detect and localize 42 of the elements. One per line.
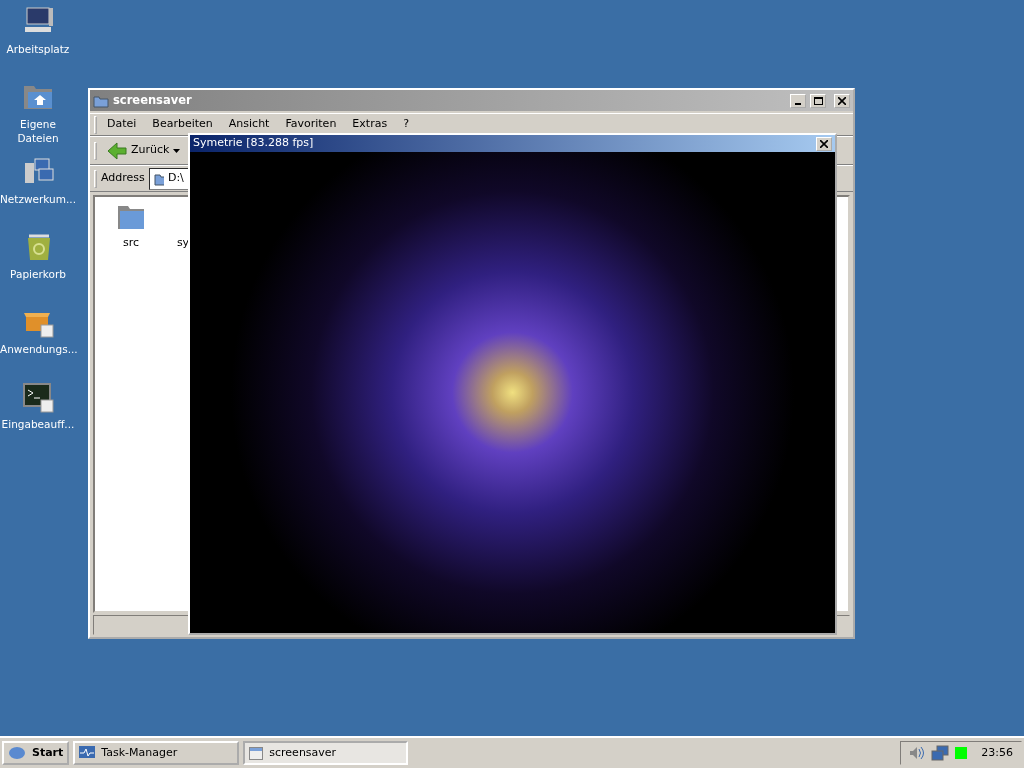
caret-icon (173, 148, 181, 153)
maximize-button[interactable] (810, 93, 826, 108)
window-title: screensaver (113, 91, 193, 109)
close-button[interactable] (834, 93, 850, 108)
start-logo-icon (8, 746, 26, 760)
desktop-icon-label[interactable]: Papierkorb (0, 267, 76, 281)
desktop-icon-label[interactable]: Eigene Dateien (0, 117, 76, 145)
minimize-button[interactable] (790, 93, 806, 108)
menu-item[interactable]: Ansicht (222, 116, 276, 133)
clock: 23:56 (981, 744, 1013, 761)
menu-item[interactable]: Datei (101, 116, 143, 133)
network-icon[interactable] (931, 745, 950, 761)
taskbar-button[interactable]: screensaver (243, 741, 409, 765)
maximize-icon (813, 96, 823, 105)
desktop-icon-label[interactable]: Arbeitsplatz (0, 42, 76, 56)
address-label: Address (101, 170, 145, 187)
menu-item[interactable]: Bearbeiten (146, 116, 219, 133)
speaker-icon[interactable] (909, 745, 926, 761)
file-label[interactable]: sy (176, 235, 190, 252)
desktop-icon-label[interactable]: Netzwerkum... (0, 192, 76, 206)
folder-icon (93, 93, 109, 108)
menu-item[interactable]: Favoriten (279, 116, 343, 133)
menu-item[interactable]: Extras (346, 116, 394, 133)
taskbar-button[interactable]: Task-Manager (73, 741, 240, 765)
desktop-icon-label[interactable]: Eingabeauff... (0, 417, 76, 431)
back-arrow-icon (107, 141, 127, 160)
address-field[interactable]: D:\ (148, 167, 189, 190)
close-icon (820, 139, 828, 148)
folder-icon[interactable] (116, 203, 146, 231)
desktop-icon-label[interactable]: Anwendungs... (0, 342, 76, 356)
start-button[interactable]: Start (2, 741, 70, 765)
window-icon (249, 746, 264, 760)
window-title: Symetrie [83.288 fps] (193, 135, 315, 152)
minimize-icon (795, 102, 801, 105)
folder-icon (153, 171, 164, 186)
close-icon (838, 96, 846, 105)
menu-item[interactable]: ? (397, 116, 415, 133)
file-label[interactable]: src (122, 235, 140, 252)
pulse-monitor-icon (79, 746, 96, 760)
console-icon[interactable] (21, 380, 55, 414)
back-button[interactable]: Zurück (101, 141, 187, 160)
close-button[interactable] (816, 136, 832, 151)
